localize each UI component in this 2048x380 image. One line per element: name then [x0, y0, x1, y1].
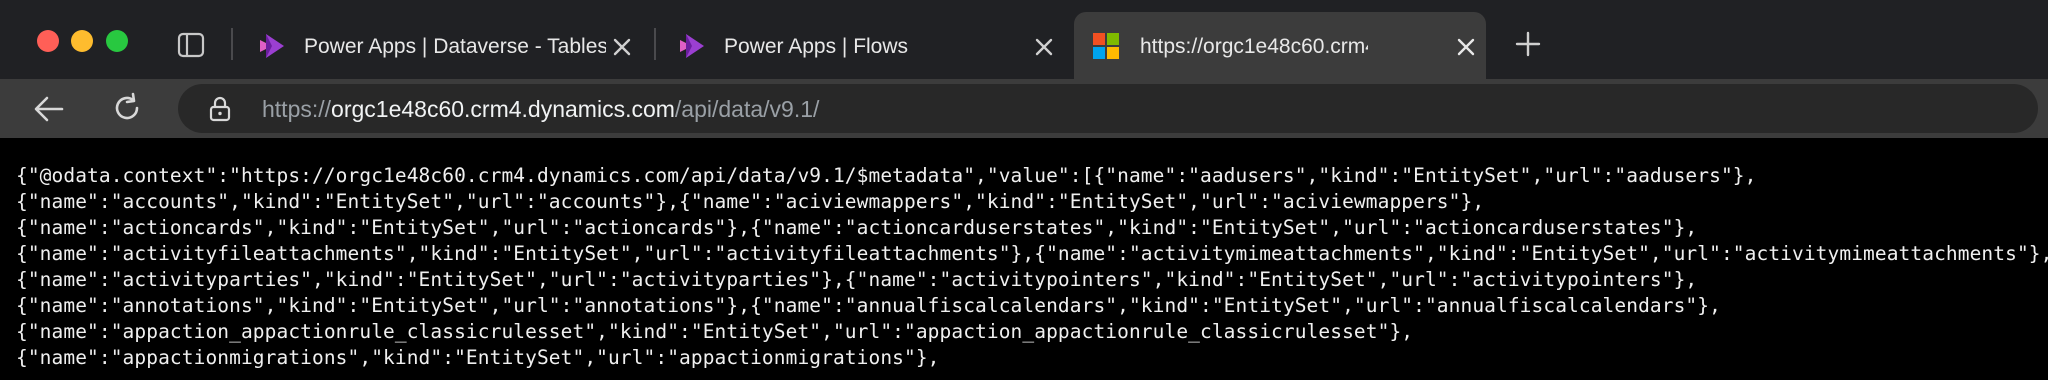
tab-title: https://orgc1e48c60.crm4.dynamics.com/ap… [1140, 35, 1368, 58]
tab-title: Power Apps | Flows [724, 35, 909, 58]
reload-icon[interactable] [110, 91, 144, 125]
power-apps-icon [258, 32, 286, 60]
json-line: {"name":"appactionmigrations","kind":"En… [16, 346, 940, 369]
lock-icon[interactable] [208, 96, 232, 122]
browser-toolbar: https://orgc1e48c60.crm4.dynamics.com/ap… [0, 79, 2048, 138]
back-arrow-icon[interactable] [32, 92, 66, 126]
url-scheme: https:// [262, 96, 332, 122]
new-tab-icon[interactable] [1512, 28, 1544, 60]
json-response-body: {"@odata.context":"https://orgc1e48c60.c… [0, 138, 2048, 380]
url-path: /api/data/v9.1/ [674, 96, 820, 122]
tab-dataverse-tables[interactable]: Power Apps | Dataverse - Tables [238, 12, 651, 79]
json-line: {"name":"appaction_appactionrule_classic… [16, 320, 1414, 343]
tab-actions-icon[interactable] [176, 30, 206, 60]
microsoft-logo-icon [1092, 32, 1120, 60]
tab-api-data[interactable]: https://orgc1e48c60.crm4.dynamics.com/ap… [1074, 12, 1486, 79]
url-host: orgc1e48c60.crm4.dynamics.com [331, 96, 675, 122]
tab-flows[interactable]: Power Apps | Flows [658, 12, 1071, 79]
close-tab-icon[interactable] [610, 35, 634, 59]
tab-separator [231, 28, 233, 60]
tab-separator [654, 28, 656, 60]
json-line: {"name":"activityfileattachments","kind"… [16, 242, 2048, 265]
close-tab-icon[interactable] [1032, 35, 1056, 59]
json-line: {"@odata.context":"https://orgc1e48c60.c… [16, 164, 1757, 187]
json-line: {"name":"accounts","kind":"EntitySet","u… [16, 190, 1485, 213]
window-close-button[interactable] [37, 30, 59, 52]
power-apps-icon [678, 32, 706, 60]
tab-strip: Power Apps | Dataverse - Tables Power Ap… [0, 0, 2048, 79]
window-maximize-button[interactable] [106, 30, 128, 52]
address-bar[interactable]: https://orgc1e48c60.crm4.dynamics.com/ap… [178, 84, 2038, 133]
address-url[interactable]: https://orgc1e48c60.crm4.dynamics.com/ap… [262, 93, 819, 125]
close-tab-icon[interactable] [1454, 35, 1478, 59]
json-line: {"name":"activityparties","kind":"Entity… [16, 268, 1698, 291]
json-line: {"name":"actioncards","kind":"EntitySet"… [16, 216, 1698, 239]
tab-title: Power Apps | Dataverse - Tables [304, 35, 606, 58]
window-minimize-button[interactable] [71, 30, 93, 52]
json-line: {"name":"annotations","kind":"EntitySet"… [16, 294, 1721, 317]
